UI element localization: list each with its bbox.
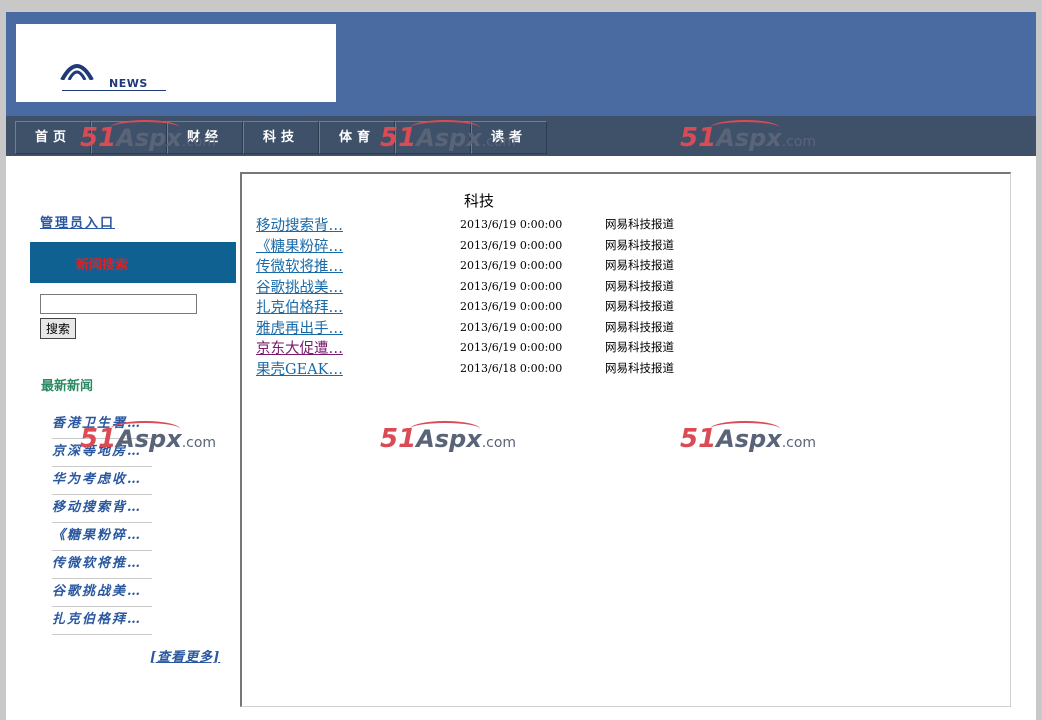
news-source: 网易科技报道: [605, 258, 674, 272]
news-date: 2013/6/19 0:00:00: [460, 238, 563, 252]
news-title-link[interactable]: 扎克伯格拜…: [256, 296, 343, 317]
news-title-link[interactable]: 果壳GEAK…: [256, 358, 343, 379]
latest-news-item[interactable]: 《糖果粉碎…: [52, 524, 152, 551]
search-input[interactable]: [40, 294, 197, 314]
news-title-link[interactable]: 谷歌挑战美…: [256, 276, 343, 297]
content-panel: 科技 移动搜索背… 2013/6/19 0:00:00 网易科技报道 《糖果粉碎…: [240, 172, 1011, 707]
nav-item-6[interactable]: [395, 121, 471, 154]
news-date: 2013/6/19 0:00:00: [460, 320, 563, 334]
news-source: 网易科技报道: [605, 278, 674, 293]
nav-bar: 首页 财经 科技 体育 读者: [6, 116, 1036, 156]
nav-item-home[interactable]: 首页: [15, 121, 91, 154]
news-source: 网易科技报道: [605, 340, 674, 354]
logo-text: NEWS: [109, 77, 148, 90]
latest-news-title: 最新新闻: [41, 379, 94, 394]
nav-item-sports[interactable]: 体育: [319, 121, 395, 154]
news-title-link[interactable]: 雅虎再出手…: [256, 317, 343, 338]
news-date: 2013/6/19 0:00:00: [460, 300, 563, 313]
news-source: 网易科技报道: [605, 319, 674, 334]
news-date: 2013/6/19 0:00:00: [460, 218, 563, 231]
news-title-link[interactable]: 传微软将推…: [256, 255, 343, 276]
news-source: 网易科技报道: [605, 237, 674, 252]
news-source: 网易科技报道: [605, 299, 674, 313]
search-header: 新闻搜索: [30, 242, 236, 283]
latest-news-item[interactable]: 香港卫生署…: [52, 412, 152, 439]
nav-item-finance[interactable]: 财经: [167, 121, 243, 154]
news-date: 2013/6/19 0:00:00: [460, 259, 563, 272]
news-date: 2013/6/18 0:00:00: [460, 361, 563, 375]
logo-underline: [62, 90, 166, 91]
news-date: 2013/6/19 0:00:00: [460, 341, 563, 354]
admin-entry-link[interactable]: 管理员入口: [40, 212, 115, 231]
latest-news-item[interactable]: 谷歌挑战美…: [52, 580, 152, 607]
search-title: 新闻搜索: [76, 258, 129, 273]
view-more-link[interactable]: [查看更多]: [150, 646, 220, 665]
latest-news-item[interactable]: 京深等地房…: [52, 440, 152, 467]
latest-news-item[interactable]: 移动搜索背…: [52, 496, 152, 523]
nav-item-reader[interactable]: 读者: [471, 121, 547, 154]
search-button[interactable]: 搜索: [40, 318, 76, 339]
page: NEWS 首页 财经 科技 体育 读者 51Aspx.com 51Aspx.co…: [6, 12, 1036, 720]
nav-item-tech[interactable]: 科技: [243, 121, 319, 154]
news-date: 2013/6/19 0:00:00: [460, 279, 563, 293]
news-source: 网易科技报道: [605, 217, 674, 231]
news-title-link[interactable]: 移动搜索背…: [256, 214, 343, 235]
news-title-link[interactable]: 京东大促遭…: [256, 337, 343, 358]
nav-item-2[interactable]: [91, 121, 167, 154]
logo-arc-icon: [60, 64, 94, 80]
latest-news-item[interactable]: 华为考虑收…: [52, 468, 152, 495]
latest-news-item[interactable]: 扎克伯格拜…: [52, 608, 152, 635]
latest-news-list: 香港卫生署… 京深等地房… 华为考虑收… 移动搜索背… 《糖果粉碎… 传微软将推…: [52, 412, 152, 636]
news-title-link[interactable]: 《糖果粉碎…: [256, 235, 343, 256]
latest-news-item[interactable]: 传微软将推…: [52, 552, 152, 579]
logo[interactable]: NEWS: [16, 24, 336, 102]
category-title: 科技: [464, 192, 495, 210]
news-source: 网易科技报道: [605, 360, 674, 375]
header-banner: NEWS: [6, 12, 1036, 116]
